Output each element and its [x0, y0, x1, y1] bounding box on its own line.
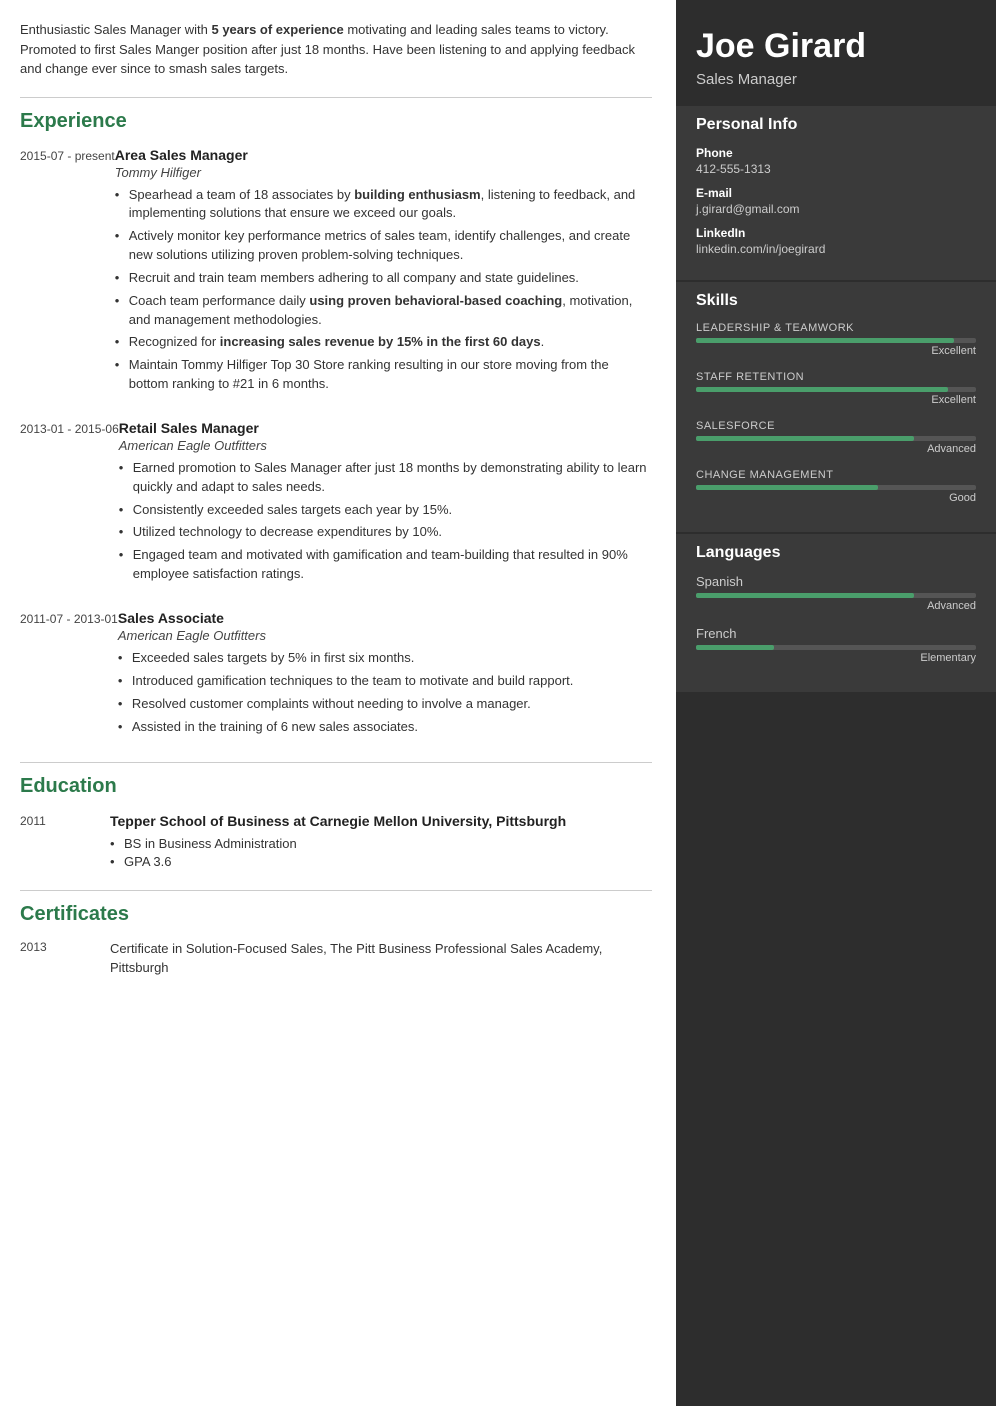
exp-dates: 2013-01 - 2015-06: [20, 420, 119, 588]
edu-year: 2011: [20, 812, 110, 872]
list-item: Engaged team and motivated with gamifica…: [119, 546, 652, 584]
exp-company: Tommy Hilfiger: [115, 165, 652, 180]
lang-level: Elementary: [696, 652, 976, 664]
lang-bar-fill: [696, 645, 774, 650]
languages-title: Languages: [696, 544, 976, 562]
skill-bar-bg: [696, 485, 976, 490]
exp-job-title: Sales Associate: [118, 610, 652, 626]
languages-section: Languages Spanish Advanced French Elementar…: [676, 534, 996, 692]
list-item: Introduced gamification techniques to th…: [118, 672, 652, 691]
left-column: Enthusiastic Sales Manager with 5 years …: [0, 0, 676, 1406]
skill-name: STAFF RETENTION: [696, 371, 976, 383]
list-item: Earned promotion to Sales Manager after …: [119, 459, 652, 497]
exp-company: American Eagle Outfitters: [119, 438, 652, 453]
exp-bullets: Exceeded sales targets by 5% in first si…: [118, 649, 652, 736]
exp-company: American Eagle Outfitters: [118, 628, 652, 643]
exp-content: Area Sales Manager Tommy Hilfiger Spearhea…: [115, 147, 652, 398]
personal-info-title: Personal Info: [696, 116, 976, 134]
skill-bar-bg: [696, 338, 976, 343]
list-item: Coach team performance daily using prove…: [115, 292, 652, 330]
experience-list: 2015-07 - presentArea Sales Manager Tommy…: [20, 147, 652, 741]
skills-title: Skills: [696, 292, 976, 310]
list-item: Assisted in the training of 6 new sales …: [118, 718, 652, 737]
list-item: Recruit and train team members adhering …: [115, 269, 652, 288]
education-list: 2011Tepper School of Business at Carnegi…: [20, 812, 652, 872]
email-value: j.girard@gmail.com: [696, 202, 976, 216]
linkedin-label: LinkedIn: [696, 226, 976, 240]
list-item: Exceeded sales targets by 5% in first si…: [118, 649, 652, 668]
skill-row: STAFF RETENTION Excellent: [696, 371, 976, 406]
lang-bar-fill: [696, 593, 914, 598]
right-column: Joe Girard Sales Manager Personal Info P…: [676, 0, 996, 1406]
edu-school: Tepper School of Business at Carnegie Me…: [110, 812, 566, 832]
certificates-section-title: Certificates: [20, 903, 652, 926]
list-item: Consistently exceeded sales targets each…: [119, 501, 652, 520]
list-item: Actively monitor key performance metrics…: [115, 227, 652, 265]
skill-row: LEADERSHIP & TEAMWORK Excellent: [696, 322, 976, 357]
education-section-title: Education: [20, 775, 652, 798]
lang-level: Advanced: [696, 600, 976, 612]
languages-list: Spanish Advanced French Elementary: [696, 574, 976, 664]
lang-name: Spanish: [696, 574, 976, 589]
linkedin-value: linkedin.com/in/joegirard: [696, 242, 976, 256]
email-label: E-mail: [696, 186, 976, 200]
skill-bar-fill: [696, 485, 878, 490]
experience-item: 2011-07 - 2013-01Sales Associate American…: [20, 610, 652, 740]
language-row: Spanish Advanced: [696, 574, 976, 612]
edu-bullets: BS in Business Administration GPA 3.6: [110, 836, 566, 869]
candidate-name: Joe Girard: [696, 28, 976, 65]
skill-level: Good: [696, 492, 976, 504]
skill-bar-bg: [696, 436, 976, 441]
skill-level: Excellent: [696, 345, 976, 357]
experience-item: 2015-07 - presentArea Sales Manager Tommy…: [20, 147, 652, 398]
experience-item: 2013-01 - 2015-06Retail Sales Manager Ame…: [20, 420, 652, 588]
exp-bullets: Earned promotion to Sales Manager after …: [119, 459, 652, 584]
exp-job-title: Retail Sales Manager: [119, 420, 652, 436]
skill-name: SALESFORCE: [696, 420, 976, 432]
certificates-list: 2013Certificate in Solution-Focused Sale…: [20, 940, 652, 978]
skills-section: Skills LEADERSHIP & TEAMWORKExcellentSTA…: [676, 282, 996, 532]
skill-bar-fill: [696, 387, 948, 392]
language-row: French Elementary: [696, 626, 976, 664]
lang-name: French: [696, 626, 976, 641]
list-item: Spearhead a team of 18 associates by bui…: [115, 186, 652, 224]
list-item: Utilized technology to decrease expendit…: [119, 523, 652, 542]
exp-dates: 2011-07 - 2013-01: [20, 610, 118, 740]
cert-content: Certificate in Solution-Focused Sales, T…: [110, 940, 652, 978]
phone-value: 412-555-1313: [696, 162, 976, 176]
exp-content: Retail Sales Manager American Eagle Outfi…: [119, 420, 652, 588]
lang-bar-bg: [696, 593, 976, 598]
skill-name: CHANGE MANAGEMENT: [696, 469, 976, 481]
exp-bullets: Spearhead a team of 18 associates by bui…: [115, 186, 652, 394]
skill-bar-fill: [696, 338, 954, 343]
experience-section-title: Experience: [20, 110, 652, 133]
skill-bar-fill: [696, 436, 914, 441]
skill-bar-bg: [696, 387, 976, 392]
edu-content: Tepper School of Business at Carnegie Me…: [110, 812, 566, 872]
skills-list: LEADERSHIP & TEAMWORKExcellentSTAFF RETE…: [696, 322, 976, 504]
education-item: 2011Tepper School of Business at Carnegi…: [20, 812, 652, 872]
cert-year: 2013: [20, 940, 110, 978]
skill-level: Advanced: [696, 443, 976, 455]
exp-content: Sales Associate American Eagle Outfitters…: [118, 610, 652, 740]
candidate-title: Sales Manager: [696, 71, 976, 88]
list-item: Maintain Tommy Hilfiger Top 30 Store ran…: [115, 356, 652, 394]
phone-label: Phone: [696, 146, 976, 160]
summary-text: Enthusiastic Sales Manager with 5 years …: [20, 20, 652, 79]
personal-info-section: Personal Info Phone 412-555-1313 E-mail …: [676, 106, 996, 280]
list-item: Resolved customer complaints without nee…: [118, 695, 652, 714]
exp-job-title: Area Sales Manager: [115, 147, 652, 163]
list-item: Recognized for increasing sales revenue …: [115, 333, 652, 352]
list-item: GPA 3.6: [110, 854, 566, 869]
certificate-item: 2013Certificate in Solution-Focused Sale…: [20, 940, 652, 978]
skill-row: CHANGE MANAGEMENT Good: [696, 469, 976, 504]
lang-bar-bg: [696, 645, 976, 650]
right-header: Joe Girard Sales Manager: [676, 0, 996, 106]
exp-dates: 2015-07 - present: [20, 147, 115, 398]
list-item: BS in Business Administration: [110, 836, 566, 851]
skill-level: Excellent: [696, 394, 976, 406]
skill-name: LEADERSHIP & TEAMWORK: [696, 322, 976, 334]
skill-row: SALESFORCE Advanced: [696, 420, 976, 455]
